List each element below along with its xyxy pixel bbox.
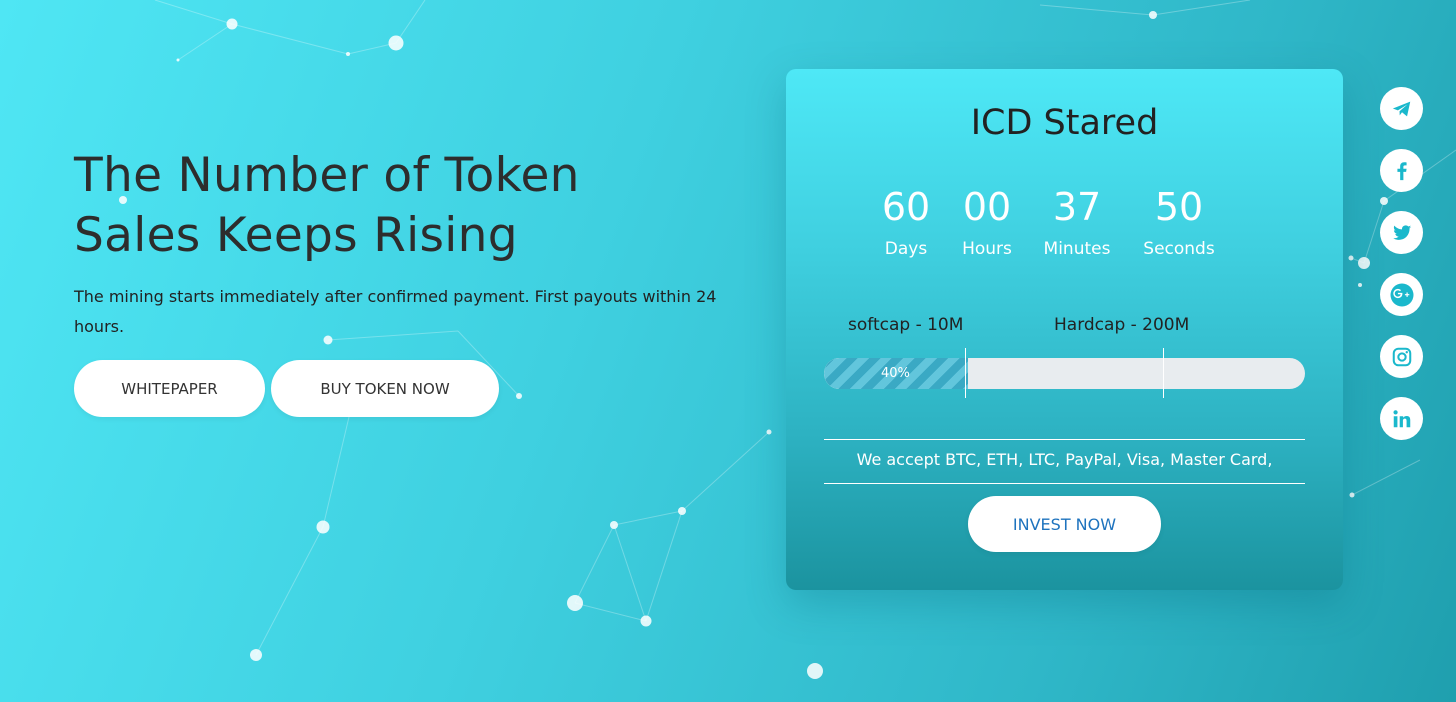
linkedin-link[interactable] (1380, 397, 1423, 440)
instagram-icon (1392, 347, 1411, 366)
ico-title: ICD Stared (970, 103, 1159, 143)
countdown-days-value: 60 (881, 185, 931, 229)
twitter-icon (1392, 224, 1411, 240)
invest-now-button[interactable]: INVEST NOW (968, 496, 1161, 552)
divider-top (824, 439, 1305, 440)
countdown-hours-value: 00 (962, 185, 1012, 229)
countdown-seconds-label: Seconds (1143, 239, 1215, 259)
countdown-seconds-value: 50 (1154, 185, 1204, 229)
softcap-marker (965, 348, 966, 398)
facebook-icon (1396, 161, 1407, 180)
divider-bottom (824, 483, 1305, 484)
instagram-link[interactable] (1380, 335, 1423, 378)
countdown-seconds: 50 Seconds (1134, 185, 1224, 259)
social-links (1380, 87, 1423, 440)
hardcap-label: Hardcap - 200M (1054, 315, 1190, 335)
google-plus-link[interactable] (1380, 273, 1423, 316)
hero-description: The mining starts immediately after conf… (74, 287, 717, 336)
countdown-hours-label: Hours (962, 239, 1012, 259)
countdown-hours: 00 Hours (942, 185, 1032, 259)
countdown-days: 60 Days (861, 185, 951, 259)
telegram-icon (1392, 101, 1410, 116)
sale-progress-bar: 40% (824, 358, 1305, 389)
countdown-days-label: Days (884, 239, 928, 259)
ico-card: ICD Stared 60 Days 00 Hours 37 Minutes 5… (786, 69, 1343, 590)
hero-title: The Number of Token Sales Keeps Rising (74, 146, 764, 266)
sale-progress-fill: 40% (824, 358, 969, 389)
whitepaper-button[interactable]: WHITEPAPER (74, 360, 265, 417)
buy-token-button[interactable]: BUY TOKEN NOW (271, 360, 499, 417)
payment-methods-text: We accept BTC, ETH, LTC, PayPal, Visa, M… (856, 450, 1273, 469)
countdown-minutes-label: Minutes (1043, 239, 1111, 259)
twitter-link[interactable] (1380, 211, 1423, 254)
hero-buttons: WHITEPAPER BUY TOKEN NOW (74, 360, 764, 417)
sale-progress-text: 40% (881, 366, 910, 381)
google-plus-icon (1390, 283, 1413, 306)
countdown-minutes: 37 Minutes (1032, 185, 1122, 259)
telegram-link[interactable] (1380, 87, 1423, 130)
softcap-label: softcap - 10M (848, 315, 964, 335)
facebook-link[interactable] (1380, 149, 1423, 192)
countdown-minutes-value: 37 (1052, 185, 1102, 229)
hero-section: The Number of Token Sales Keeps Rising T… (74, 146, 764, 417)
hero-title-line-1: The Number of Token (74, 148, 580, 203)
hardcap-marker (1163, 348, 1164, 398)
linkedin-icon (1392, 409, 1410, 427)
hero-title-line-2: Sales Keeps Rising (74, 208, 518, 263)
